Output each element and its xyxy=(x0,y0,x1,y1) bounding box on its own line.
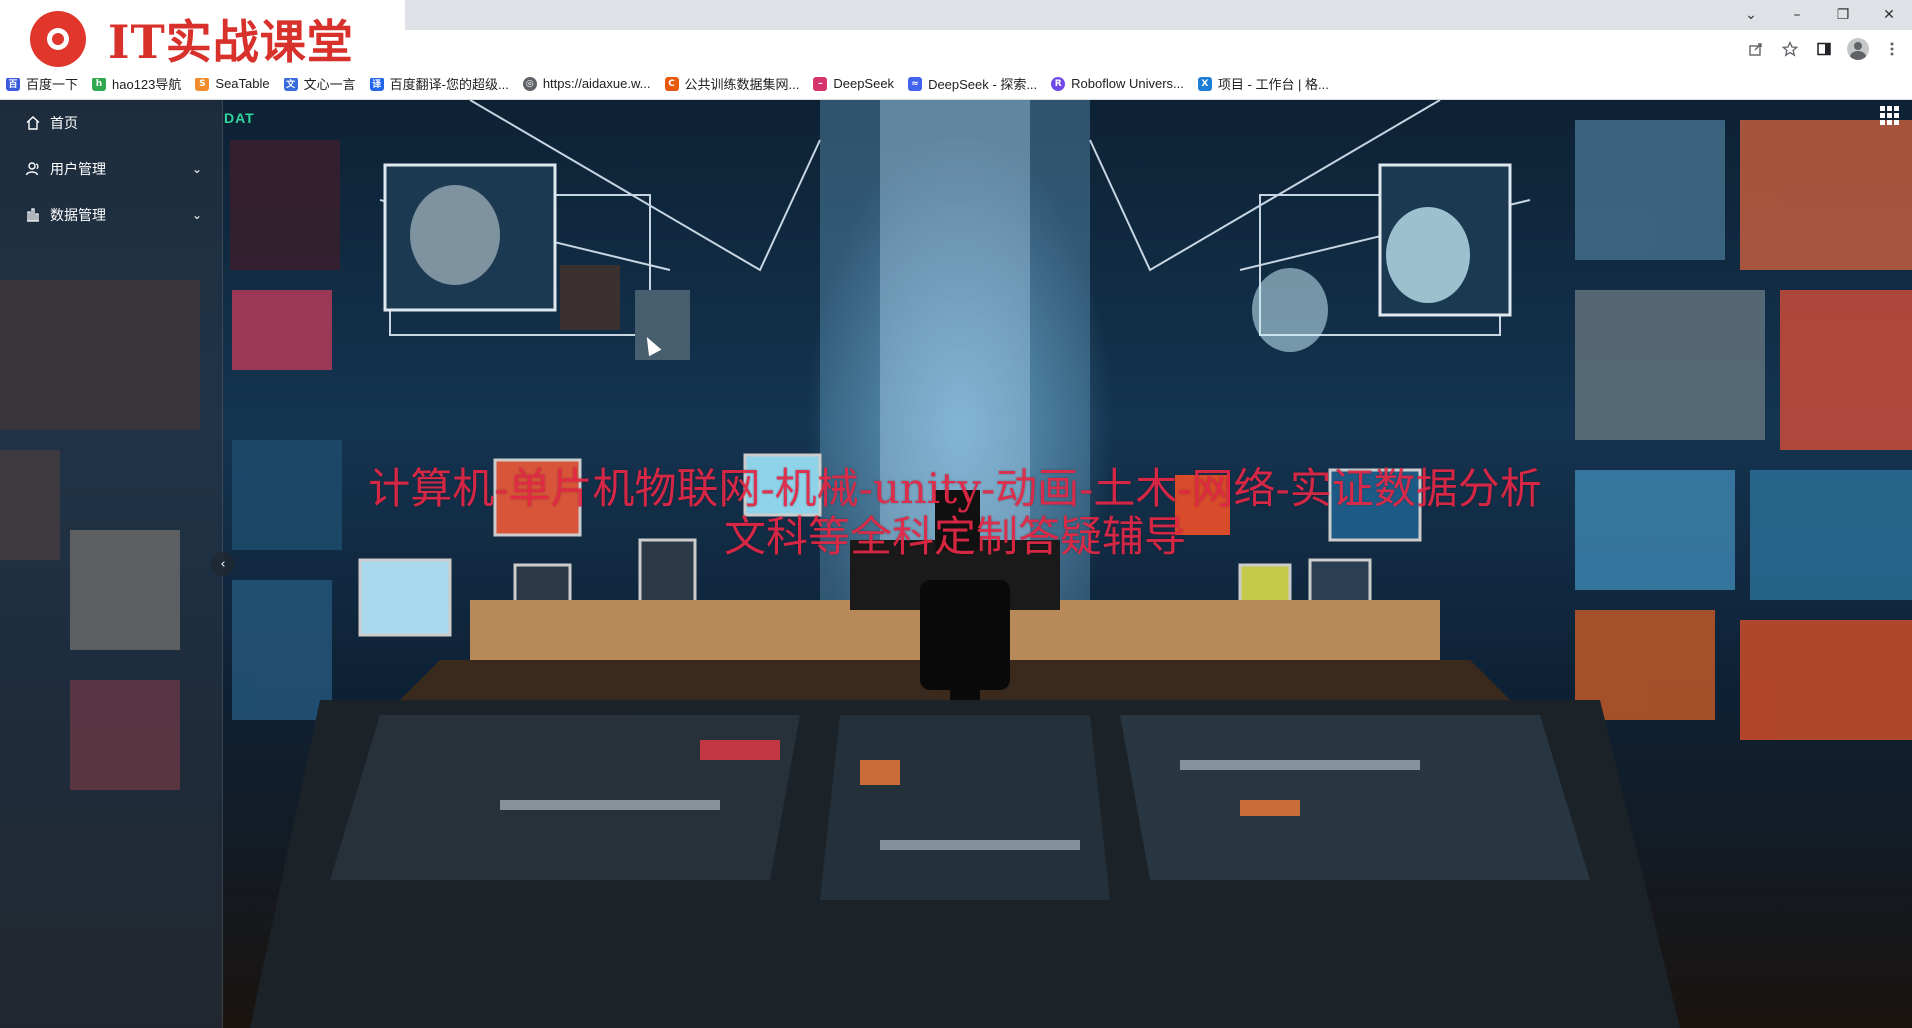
hao123-icon: h xyxy=(92,76,107,91)
deepseek-whale-icon: ≈ xyxy=(908,76,923,91)
deepseek-icon: – xyxy=(813,76,828,91)
sidepanel-icon[interactable] xyxy=(1812,37,1836,61)
bookmark-label: DeepSeek - 探索... xyxy=(928,77,1038,92)
dataset-icon: C xyxy=(664,76,679,91)
logo-text: IT实战课堂 xyxy=(108,15,354,69)
user-icon xyxy=(24,160,42,178)
seatable-icon: S xyxy=(195,76,210,91)
close-window-button[interactable]: ✕ xyxy=(1866,0,1912,30)
logo-icon xyxy=(30,11,86,67)
sidebar-item-user-management[interactable]: 用户管理 ⌄ xyxy=(0,146,222,192)
home-icon xyxy=(24,114,42,132)
star-icon[interactable] xyxy=(1778,37,1802,61)
chevron-down-icon: ⌄ xyxy=(191,208,202,222)
chevron-down-icon: ⌄ xyxy=(191,162,202,176)
toolbar-actions xyxy=(1744,30,1904,68)
promo-overlay-text: 计算机-单片机物联网-机械-unity-动画-土木-网络-实证数据分析 文科等全… xyxy=(230,465,1680,561)
app-page: 首页 用户管理 ⌄ 数据管理 ⌄ ‹ DAT 计算机-单片机物联网-机械-uni… xyxy=(0,100,1912,1028)
x-icon: X xyxy=(1197,76,1212,91)
bookmark-seatable[interactable]: S SeaTable xyxy=(195,76,270,91)
apps-grid-icon[interactable] xyxy=(1878,104,1900,126)
bookmark-label: SeaTable xyxy=(215,76,270,91)
bookmark-label: 项目 - 工作台 | 格... xyxy=(1217,77,1329,92)
sidebar-item-label: 用户管理 xyxy=(50,161,106,177)
brand-logo: IT实战课堂 xyxy=(0,0,405,78)
chart-bars-icon xyxy=(24,206,42,224)
window-controls: ⌄ – ❐ ✕ xyxy=(1728,0,1912,30)
bookmark-project-workbench[interactable]: X 项目 - 工作台 | 格... xyxy=(1197,74,1329,93)
bookmark-dataset[interactable]: C 公共训练数据集网... xyxy=(664,74,800,93)
sidebar-item-label: 首页 xyxy=(50,115,78,131)
baidu-icon: 百 xyxy=(6,76,20,91)
promo-line-2: 文科等全科定制答疑辅导 xyxy=(723,512,1186,561)
sidebar-item-data-management[interactable]: 数据管理 ⌄ xyxy=(0,192,222,238)
wenxin-icon: 文 xyxy=(283,76,298,91)
bookmark-label: Roboflow Univers... xyxy=(1071,76,1184,91)
share-icon[interactable] xyxy=(1744,37,1768,61)
promo-line-1: 计算机-单片机物联网-机械-unity-动画-土木-网络-实证数据分析 xyxy=(368,464,1542,513)
sidebar: 首页 用户管理 ⌄ 数据管理 ⌄ xyxy=(0,100,223,1028)
more-icon[interactable] xyxy=(1880,37,1904,61)
roboflow-icon: R xyxy=(1051,76,1066,91)
background-image xyxy=(0,100,1912,1028)
baidu-translate-icon: 译 xyxy=(369,76,384,91)
bookmark-label: https://aidaxue.w... xyxy=(542,76,651,91)
sidebar-item-label: 数据管理 xyxy=(50,207,106,223)
bookmark-label: 百度翻译-您的超级... xyxy=(389,77,509,92)
header-tag: DAT xyxy=(224,110,255,126)
bookmark-deepseek-explore[interactable]: ≈ DeepSeek - 探索... xyxy=(908,74,1037,93)
bookmark-deepseek[interactable]: – DeepSeek xyxy=(813,76,894,91)
minimize-button[interactable]: – xyxy=(1774,0,1820,30)
bookmark-roboflow[interactable]: R Roboflow Univers... xyxy=(1051,76,1184,91)
bookmark-aidaxue[interactable]: ◎ https://aidaxue.w... xyxy=(522,76,651,91)
avatar xyxy=(1847,38,1869,60)
bookmark-label: DeepSeek xyxy=(833,76,895,91)
restore-button[interactable]: ❐ xyxy=(1820,0,1866,30)
sidebar-item-home[interactable]: 首页 xyxy=(0,100,222,146)
globe-icon: ◎ xyxy=(522,76,537,91)
tab-search-button[interactable]: ⌄ xyxy=(1728,0,1774,30)
bookmark-label: 公共训练数据集网... xyxy=(684,77,800,92)
profile-icon[interactable] xyxy=(1846,37,1870,61)
